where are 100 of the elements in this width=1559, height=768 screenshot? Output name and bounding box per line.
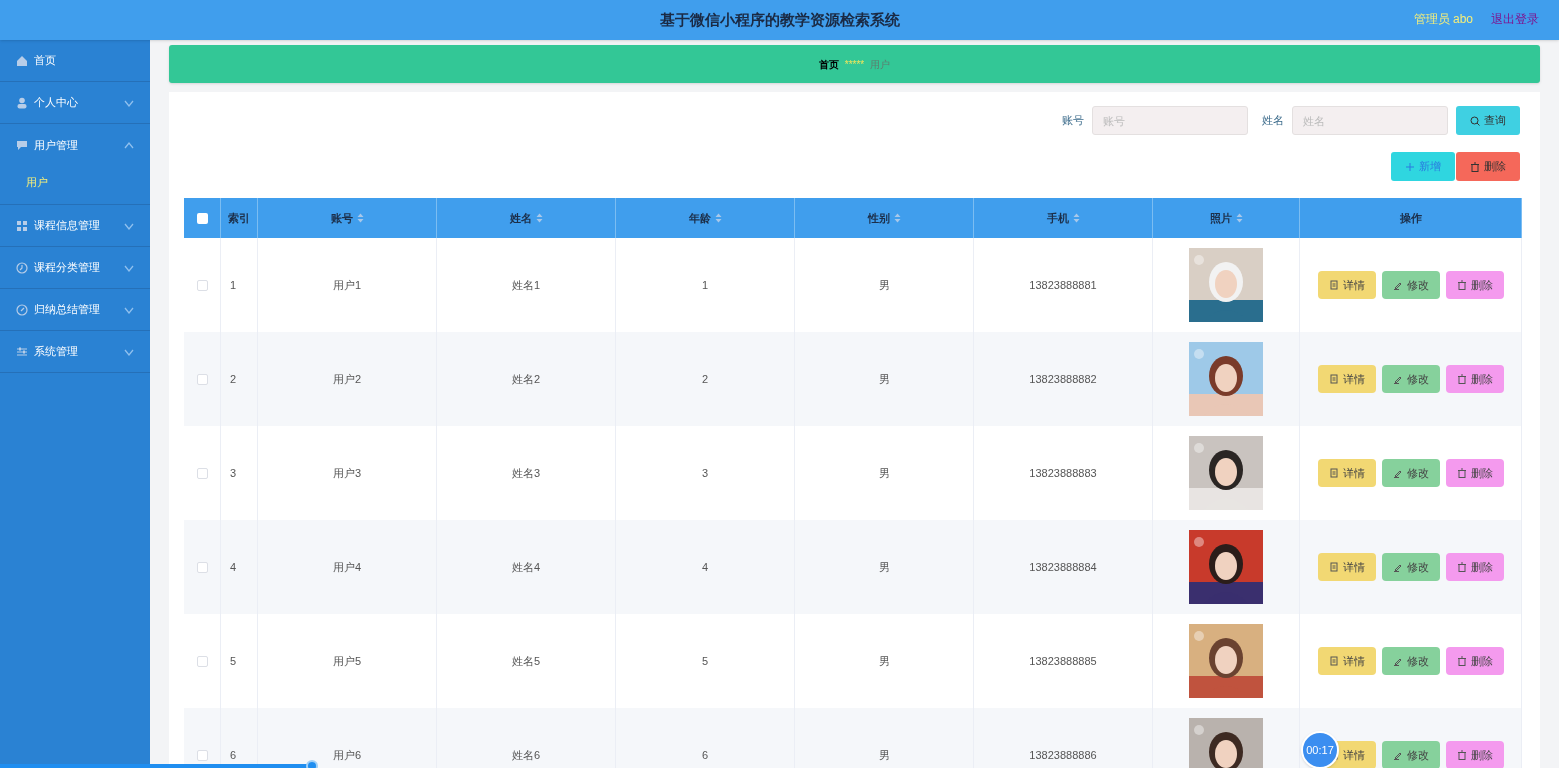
detail-button[interactable]: 详情 xyxy=(1317,553,1376,581)
table-cell-text: 用户1 xyxy=(332,277,362,293)
compass-icon xyxy=(16,303,28,316)
breadcrumb-link[interactable]: 首页 xyxy=(818,56,839,72)
table-cell-text: 男 xyxy=(878,559,890,575)
column-header[interactable]: 年龄 xyxy=(688,209,711,227)
table-cell-text: 2 xyxy=(701,371,709,387)
table-cell-text: 姓名4 xyxy=(511,559,541,575)
table-cell-text: 用户3 xyxy=(332,465,362,481)
trash-icon xyxy=(1456,374,1467,384)
table-cell-text: 13823888884 xyxy=(1029,559,1097,575)
pencil-icon xyxy=(1392,750,1403,760)
column-header[interactable]: 手机 xyxy=(1046,209,1069,227)
progress-handle[interactable] xyxy=(305,760,318,768)
detail-button[interactable]: 详情 xyxy=(1317,365,1376,393)
edit-button[interactable]: 修改 xyxy=(1381,553,1440,581)
table-cell-text: 男 xyxy=(878,465,890,481)
detail-button[interactable]: 详情 xyxy=(1317,647,1376,675)
search-button[interactable]: 查询 xyxy=(1456,106,1520,135)
table-cell-text: 姓名5 xyxy=(511,653,541,669)
row-checkbox[interactable] xyxy=(196,467,208,479)
table-cell-text: 4 xyxy=(230,559,237,575)
column-header[interactable]: 姓名 xyxy=(509,209,532,227)
field-label: 账号 xyxy=(1062,113,1084,129)
sidebar-item[interactable]: 首页 xyxy=(0,40,150,82)
row-checkbox[interactable] xyxy=(196,655,208,667)
grid-icon xyxy=(16,219,28,232)
edit-button[interactable]: 修改 xyxy=(1381,647,1440,675)
trash-icon xyxy=(1456,468,1467,478)
sidebar-item[interactable]: 归纳总结管理 xyxy=(0,289,150,331)
table-cell-text: 1 xyxy=(701,277,709,293)
table-cell-text: 男 xyxy=(878,371,890,387)
table-cell-text: 用户5 xyxy=(332,653,362,669)
table-cell-text: 姓名3 xyxy=(511,465,541,481)
document-icon xyxy=(1328,656,1339,666)
detail-button[interactable]: 详情 xyxy=(1317,459,1376,487)
row-checkbox[interactable] xyxy=(196,561,208,573)
sliders-icon xyxy=(16,345,28,358)
sidebar-item[interactable]: 系统管理 xyxy=(0,331,150,373)
trash-icon xyxy=(1456,280,1467,290)
delete-button[interactable]: 删除 xyxy=(1445,365,1504,393)
logout-link[interactable]: 退出登录 xyxy=(1491,10,1539,28)
sidebar-item[interactable]: 课程信息管理 xyxy=(0,205,150,247)
table-cell-text: 用户6 xyxy=(332,747,362,763)
column-header: 操作 xyxy=(1399,210,1422,226)
table-cell-text: 3 xyxy=(701,465,709,481)
delete-button[interactable]: 删除 xyxy=(1445,553,1504,581)
document-icon xyxy=(1328,468,1339,478)
breadcrumb-separator: ***** xyxy=(844,57,865,72)
table-cell-text: 姓名1 xyxy=(511,277,541,293)
column-header[interactable]: 账号 xyxy=(330,209,353,227)
sidebar-item[interactable]: 用户管理 xyxy=(0,124,150,166)
pencil-icon xyxy=(1392,656,1403,666)
pencil-icon xyxy=(1392,280,1403,290)
plus-icon xyxy=(1405,161,1415,172)
edit-button[interactable]: 修改 xyxy=(1381,365,1440,393)
pencil-icon xyxy=(1392,374,1403,384)
edit-button[interactable]: 修改 xyxy=(1381,459,1440,487)
sidebar-subitem[interactable]: 用户 xyxy=(0,166,150,198)
table-cell-text: 13823888882 xyxy=(1029,371,1097,387)
trash-icon xyxy=(1456,656,1467,666)
row-checkbox[interactable] xyxy=(196,749,208,761)
delete-button[interactable]: 删除 xyxy=(1445,741,1504,768)
delete-button[interactable]: 删除 xyxy=(1456,152,1520,181)
pencil-icon xyxy=(1392,468,1403,478)
table-cell-text: 姓名2 xyxy=(511,371,541,387)
sidebar-item[interactable]: 个人中心 xyxy=(0,82,150,124)
table-cell-text: 6 xyxy=(230,747,237,763)
edit-button[interactable]: 修改 xyxy=(1381,271,1440,299)
table-cell-text: 3 xyxy=(230,465,237,481)
trash-icon xyxy=(1470,161,1480,172)
trash-icon xyxy=(1456,562,1467,572)
table-cell-text: 男 xyxy=(878,277,890,293)
row-checkbox[interactable] xyxy=(196,373,208,385)
table-cell-text: 用户2 xyxy=(332,371,362,387)
table-cell-text: 13823888883 xyxy=(1029,465,1097,481)
table-cell-text: 5 xyxy=(701,653,709,669)
row-checkbox[interactable] xyxy=(196,279,208,291)
table-cell-text: 6 xyxy=(701,747,709,763)
select-all-checkbox[interactable] xyxy=(196,212,208,224)
detail-button[interactable]: 详情 xyxy=(1317,271,1376,299)
delete-button[interactable]: 删除 xyxy=(1445,647,1504,675)
document-icon xyxy=(1328,280,1339,290)
table-cell-text: 13823888885 xyxy=(1029,653,1097,669)
column-header[interactable]: 性别 xyxy=(867,209,890,227)
table-cell-text: 1 xyxy=(230,277,237,293)
clock-icon xyxy=(16,261,28,274)
table-cell-text: 5 xyxy=(230,653,237,669)
edit-button[interactable]: 修改 xyxy=(1381,741,1440,768)
breadcrumb-current: 用户 xyxy=(870,57,891,72)
trash-icon xyxy=(1456,750,1467,760)
table-cell-text: 13823888886 xyxy=(1029,747,1097,763)
delete-button[interactable]: 删除 xyxy=(1445,459,1504,487)
table-cell-text: 姓名6 xyxy=(511,747,541,763)
sidebar-item[interactable]: 课程分类管理 xyxy=(0,247,150,289)
delete-button[interactable]: 删除 xyxy=(1445,271,1504,299)
column-header: 索引 xyxy=(228,210,250,226)
table-cell-text: 13823888881 xyxy=(1029,277,1097,293)
column-header[interactable]: 照片 xyxy=(1209,209,1232,227)
table-cell-text: 2 xyxy=(230,371,237,387)
